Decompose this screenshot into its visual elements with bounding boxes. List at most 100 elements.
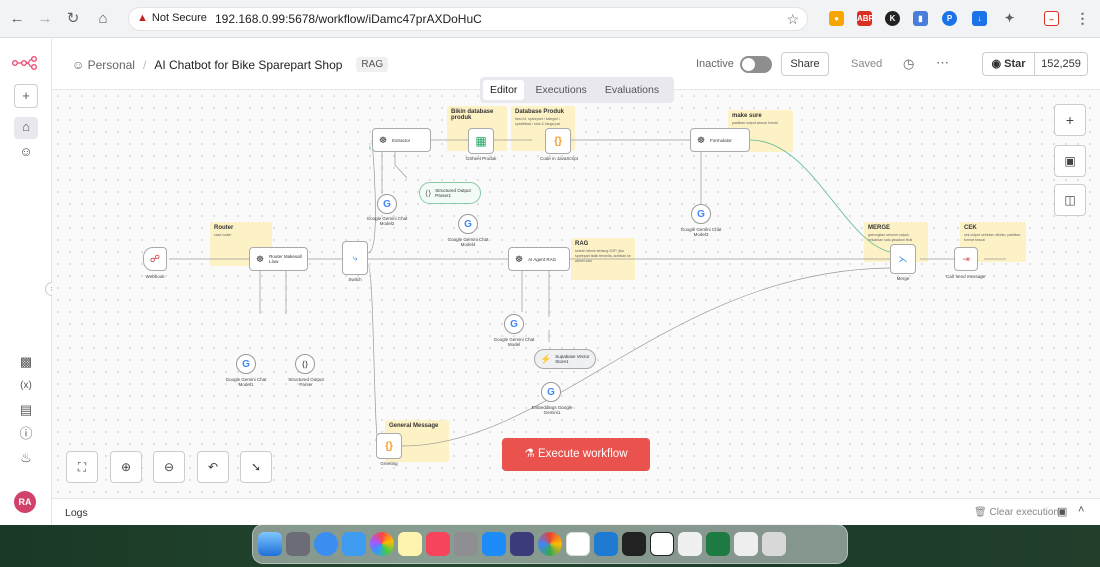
workflow-name[interactable]: AI Chatbot for Bike Sparepart Shop bbox=[154, 58, 342, 72]
bookmark-star-icon[interactable]: ☆ bbox=[786, 11, 799, 28]
notion-icon[interactable] bbox=[650, 532, 674, 556]
clear-execution-button[interactable]: 🗑 Clear execution bbox=[974, 507, 1059, 518]
router-node[interactable]: ☸ Router Makesall Llow bbox=[249, 247, 308, 271]
variables-icon[interactable]: (x) bbox=[16, 376, 36, 396]
extension-icon[interactable]: ▮ bbox=[913, 11, 928, 26]
logs-title[interactable]: Logs bbox=[65, 507, 88, 519]
app-store-icon[interactable] bbox=[482, 532, 506, 556]
node-label: Greeting bbox=[380, 461, 398, 466]
reload-icon[interactable]: ↻ bbox=[64, 10, 82, 28]
help-icon[interactable]: ⓘ bbox=[16, 424, 36, 444]
address-bar[interactable]: ▲ Not Secure 192.168.0.99:5678/workflow/i… bbox=[128, 7, 808, 31]
extractor-node[interactable]: ☸ Extractor bbox=[372, 128, 431, 152]
launchpad-icon[interactable] bbox=[286, 532, 310, 556]
github-star-widget[interactable]: ◉ Star 152,259 bbox=[982, 52, 1088, 76]
user-icon[interactable]: ☺ bbox=[16, 142, 36, 162]
greeting-node[interactable]: {} bbox=[376, 433, 402, 459]
active-status-label: Inactive bbox=[696, 58, 734, 70]
popout-icon[interactable]: ▣ bbox=[1057, 505, 1067, 518]
home-icon[interactable]: ⌂ bbox=[14, 117, 38, 139]
zoom-out-button[interactable]: ⊖ bbox=[153, 451, 185, 483]
tab-editor[interactable]: Editor bbox=[483, 80, 525, 100]
notes-icon[interactable] bbox=[398, 532, 422, 556]
firefox-icon[interactable] bbox=[510, 532, 534, 556]
ai-agent-node[interactable]: ☸ AI Agent RAG bbox=[508, 247, 570, 271]
url-text[interactable]: 192.168.0.99:5678/workflow/iDamc47prAXDo… bbox=[215, 12, 482, 26]
toggle-panel-button[interactable]: ◫ bbox=[1054, 184, 1086, 216]
gemini-model-node[interactable]: G bbox=[458, 214, 478, 234]
more-options-icon[interactable]: ⋯ bbox=[936, 55, 949, 71]
download-icon[interactable]: ↓ bbox=[972, 11, 987, 26]
node-label: Webhook bbox=[145, 274, 165, 279]
switch-node[interactable]: ⤷ bbox=[342, 241, 368, 275]
gsheet-node[interactable]: ▦ bbox=[468, 128, 494, 154]
tidy-up-button[interactable]: ➘ bbox=[240, 451, 272, 483]
workflow-canvas[interactable]: Router case router Bikin database produk … bbox=[52, 90, 1100, 498]
music-icon[interactable] bbox=[426, 532, 450, 556]
gemini-model-node[interactable]: G bbox=[504, 314, 524, 334]
undo-button[interactable]: ↶ bbox=[197, 451, 229, 483]
chrome-icon[interactable] bbox=[538, 532, 562, 556]
zoom-in-button[interactable]: ⊕ bbox=[110, 451, 142, 483]
excel-icon[interactable] bbox=[706, 532, 730, 556]
gemini-model-node[interactable]: G bbox=[691, 204, 711, 224]
extension-icon[interactable]: K bbox=[885, 11, 900, 26]
gemini-model-node[interactable]: G bbox=[236, 354, 256, 374]
zoom-to-fit-button[interactable]: ⛶ bbox=[66, 451, 98, 483]
formulator-node[interactable]: ☸ Formulator bbox=[690, 128, 750, 152]
connections-layer bbox=[169, 139, 1006, 447]
add-icon[interactable]: + bbox=[14, 84, 38, 108]
adblock-icon[interactable]: ABP bbox=[857, 11, 874, 26]
mail-icon[interactable] bbox=[342, 532, 366, 556]
profile-icon[interactable]: ⎯ bbox=[1044, 11, 1059, 26]
parser-node[interactable]: ⟨⟩ Structured Output Parser1 bbox=[419, 182, 481, 204]
active-toggle[interactable] bbox=[740, 56, 772, 73]
settings-icon[interactable] bbox=[454, 532, 478, 556]
google-icon: G bbox=[547, 386, 555, 398]
webhook-node[interactable]: ☍ bbox=[143, 247, 167, 271]
browser-toolbar: ← → ↻ ⌂ ▲ Not Secure 192.168.0.99:5678/wo… bbox=[0, 0, 1100, 38]
extension-icon[interactable]: P bbox=[942, 11, 957, 26]
back-icon[interactable]: ← bbox=[8, 10, 26, 28]
tab-executions[interactable]: Executions bbox=[528, 80, 593, 100]
add-node-button[interactable]: + bbox=[1054, 104, 1086, 136]
safari-icon[interactable] bbox=[314, 532, 338, 556]
trash-icon[interactable] bbox=[762, 532, 786, 556]
extension-icon[interactable]: ● bbox=[829, 11, 844, 26]
vector-store-node[interactable]: ⚡ Supabase Vector Store1 bbox=[534, 349, 596, 369]
tab-evaluations[interactable]: Evaluations bbox=[598, 80, 666, 100]
workflow-tag[interactable]: RAG bbox=[356, 57, 389, 72]
share-button[interactable]: Share bbox=[781, 52, 829, 76]
code-node[interactable]: {} bbox=[545, 128, 571, 154]
project-link[interactable]: ☺ Personal bbox=[72, 58, 135, 72]
puzzle-icon[interactable]: ✦ bbox=[1002, 11, 1017, 26]
vscode-icon[interactable] bbox=[594, 532, 618, 556]
templates-icon[interactable]: ▩ bbox=[16, 352, 36, 372]
terminal-icon[interactable] bbox=[622, 532, 646, 556]
embeddings-node[interactable]: G bbox=[541, 382, 561, 402]
insights-icon[interactable]: ▤ bbox=[16, 400, 36, 420]
parser-node[interactable]: ⟨⟩ bbox=[295, 354, 315, 374]
call-workflow-node[interactable]: ⇥ bbox=[954, 247, 978, 271]
chevron-up-icon[interactable]: ˄ bbox=[1078, 504, 1084, 516]
github-star-button[interactable]: ◉ Star bbox=[983, 53, 1035, 75]
merge-node[interactable]: ⋋ bbox=[890, 244, 916, 274]
robot-icon: ☸ bbox=[515, 253, 524, 264]
textedit-icon[interactable] bbox=[678, 532, 702, 556]
node-label: Structured Output Parser bbox=[288, 377, 324, 387]
avatar[interactable]: RA bbox=[14, 491, 36, 513]
n8n-logo-icon[interactable] bbox=[12, 56, 38, 70]
history-icon[interactable]: ◷ bbox=[903, 56, 914, 72]
forward-icon[interactable]: → bbox=[36, 10, 54, 28]
calendar-icon[interactable] bbox=[566, 532, 590, 556]
gemini-model-node[interactable]: G bbox=[377, 194, 397, 214]
photos-icon[interactable] bbox=[370, 532, 394, 556]
execute-workflow-button[interactable]: ⚗ Execute workflow bbox=[502, 438, 650, 471]
security-indicator[interactable]: ▲ Not Secure bbox=[137, 12, 207, 24]
document-icon[interactable] bbox=[734, 532, 758, 556]
menu-kebab-icon[interactable]: ⋮ bbox=[1075, 11, 1090, 26]
home-icon[interactable]: ⌂ bbox=[94, 10, 112, 28]
sticky-note-button[interactable]: ▣ bbox=[1054, 145, 1086, 177]
notifications-icon[interactable]: ♨ bbox=[16, 448, 36, 468]
finder-icon[interactable] bbox=[258, 532, 282, 556]
